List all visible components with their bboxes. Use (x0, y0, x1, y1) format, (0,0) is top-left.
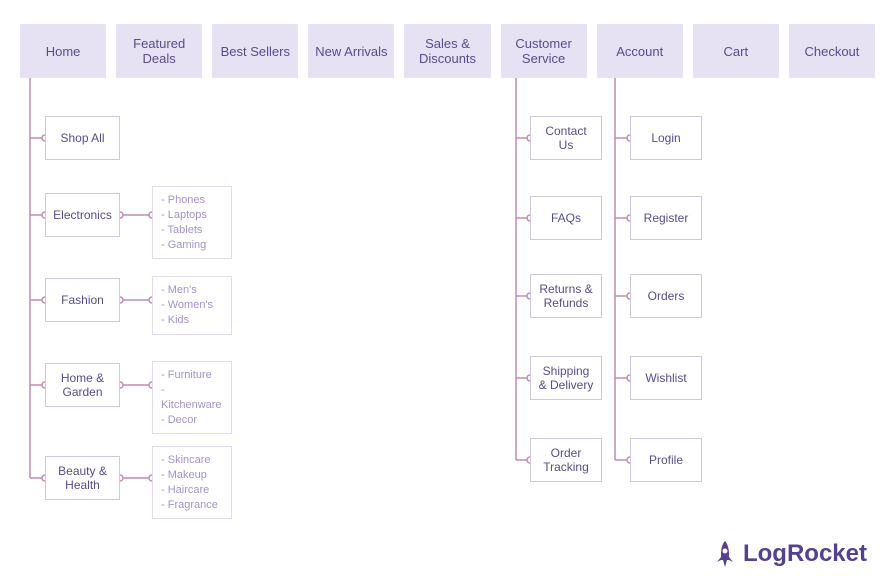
node-register: Register (630, 196, 702, 240)
node-returns-refunds: Returns & Refunds (530, 274, 602, 318)
sublist-item: Fragrance (161, 498, 223, 513)
node-orders: Orders (630, 274, 702, 318)
nav-sales-discounts: Sales & Discounts (404, 24, 490, 78)
sublist-item: Makeup (161, 468, 223, 483)
node-home-garden: Home & Garden (45, 363, 120, 407)
node-order-tracking: Order Tracking (530, 438, 602, 482)
sublist-item: Laptops (161, 208, 223, 223)
nav-new-arrivals: New Arrivals (308, 24, 394, 78)
nav-home: Home (20, 24, 106, 78)
nav-customer-service: Customer Service (501, 24, 587, 78)
sublist-item: Haircare (161, 483, 223, 498)
nav-featured-deals: Featured Deals (116, 24, 202, 78)
rocket-icon (713, 540, 737, 568)
nav-best-sellers: Best Sellers (212, 24, 298, 78)
node-profile: Profile (630, 438, 702, 482)
sublist-item: Decor (161, 413, 223, 428)
sublist-electronics: Phones Laptops Tablets Gaming (152, 186, 232, 259)
node-shipping-delivery: Shipping & Delivery (530, 356, 602, 400)
node-login: Login (630, 116, 702, 160)
sublist-beauty-health: Skincare Makeup Haircare Fragrance (152, 446, 232, 519)
sublist-item: Skincare (161, 453, 223, 468)
sublist-item: Kitchenware (161, 383, 223, 413)
sublist-item: Tablets (161, 223, 223, 238)
node-shop-all: Shop All (45, 116, 120, 160)
sublist-item: Men's (161, 283, 223, 298)
node-faqs: FAQs (530, 196, 602, 240)
sublist-item: Furniture (161, 368, 223, 383)
sublist-item: Gaming (161, 238, 223, 253)
node-electronics: Electronics (45, 193, 120, 237)
sitemap-top-row: Home Featured Deals Best Sellers New Arr… (20, 24, 875, 78)
sublist-home-garden: Furniture Kitchenware Decor (152, 361, 232, 434)
sitemap-tree: Shop All Electronics Phones Laptops Tabl… (0, 78, 895, 588)
sublist-item: Kids (161, 313, 223, 328)
node-wishlist: Wishlist (630, 356, 702, 400)
nav-checkout: Checkout (789, 24, 875, 78)
connector-lines (0, 78, 895, 588)
logrocket-logo: LogRocket (713, 540, 867, 568)
nav-account: Account (597, 24, 683, 78)
sublist-item: Women's (161, 298, 223, 313)
nav-cart: Cart (693, 24, 779, 78)
sublist-item: Phones (161, 193, 223, 208)
node-fashion: Fashion (45, 278, 120, 322)
node-contact-us: Contact Us (530, 116, 602, 160)
sublist-fashion: Men's Women's Kids (152, 276, 232, 335)
node-beauty-health: Beauty & Health (45, 456, 120, 500)
brand-text: LogRocket (743, 540, 867, 568)
